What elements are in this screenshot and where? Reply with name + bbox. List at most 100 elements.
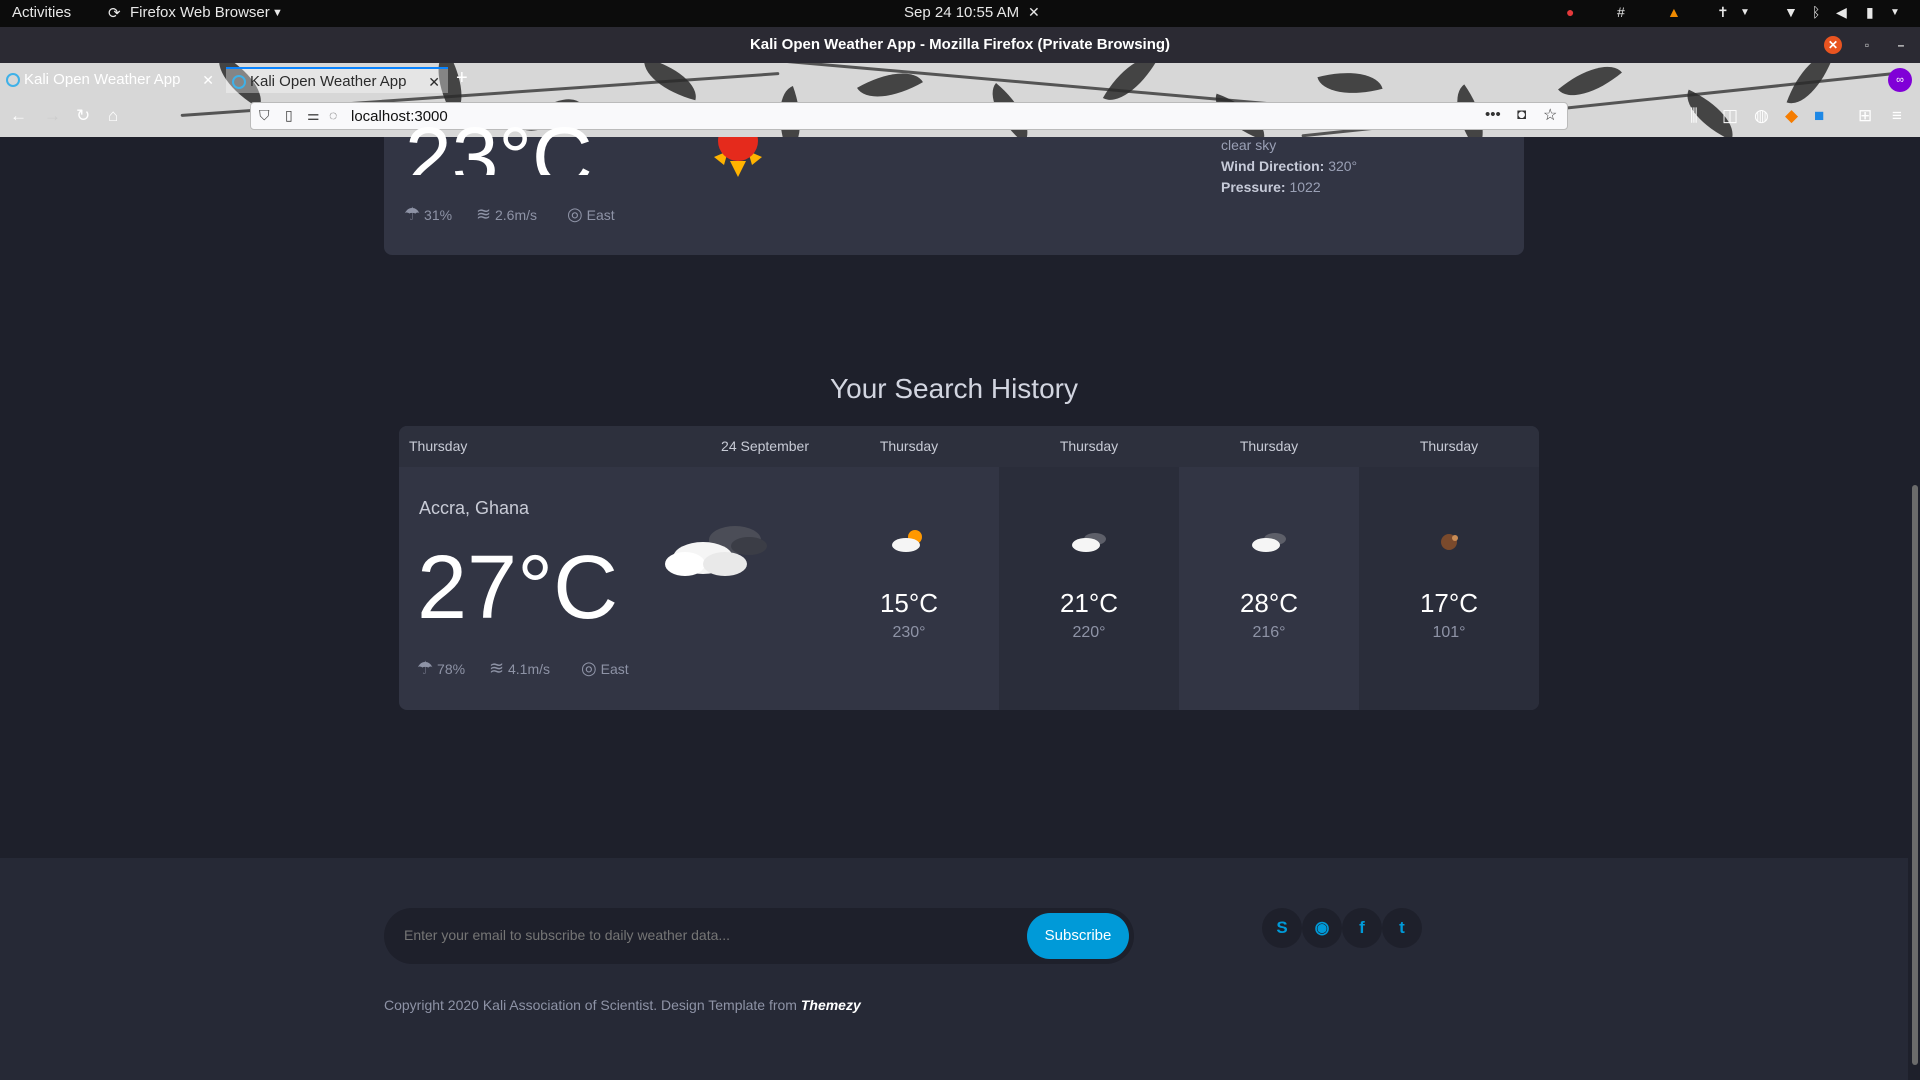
history-main-date: 24 September [721,438,809,454]
wifi-icon[interactable]: ▼ [1784,4,1798,20]
extensions-puzzle-icon[interactable]: ⊞ [1858,106,1872,126]
twitter-icon[interactable]: t [1382,908,1422,948]
home-icon[interactable]: ⌂ [108,106,118,126]
cloudy-icon [1069,528,1109,554]
copyright-label: Copyright 2020 Kali Association of Scien… [384,997,797,1013]
chevron-down-icon[interactable]: ▼ [1740,7,1750,18]
back-icon[interactable]: ← [10,106,27,126]
history-main-day: Thursday [409,438,468,454]
bookmark-star-icon[interactable]: ☆ [1543,105,1557,125]
page-icon[interactable]: ▯ [285,107,293,124]
history-card: Thursday 24 September Accra, Ghana 27°C … [399,426,1539,710]
private-browsing-icon: ∞ [1888,68,1912,92]
forward-icon[interactable]: → [44,106,61,126]
history-main-temp: 27°C [417,538,619,638]
restore-window-icon[interactable]: ▫ [1858,36,1876,54]
skype-icon[interactable]: S [1262,908,1302,948]
forecast-temp: 21°C [1059,588,1119,618]
pocket-icon[interactable]: ◘ [1517,106,1526,123]
forecast-deg: 220° [1072,624,1106,641]
tab-2[interactable]: Kali Open Weather App ✕ [226,67,448,93]
forecast-deg: 230° [892,624,926,641]
history-title: Your Search History [830,373,1078,404]
library-icon[interactable]: ⫼ [1690,106,1698,126]
hamburger-menu-icon[interactable]: ≡ [1892,106,1902,126]
accessibility-icon[interactable]: ✝ [1717,4,1729,21]
activities-button[interactable]: Activities [12,4,71,21]
bluetooth-icon[interactable]: ᛒ [1812,4,1820,20]
notifications-off-icon: ✕ [1028,4,1040,20]
compass-icon: ◎ [581,658,597,678]
humidity-value: 31% [424,207,453,223]
extension-s-icon[interactable]: ■ [1814,106,1824,126]
firefox-app-icon: ⟳ [108,5,121,22]
slack-icon[interactable]: # [1617,4,1625,20]
subscribe-form: Subscribe [384,908,1134,964]
permissions-icon[interactable]: ⚌ [307,107,320,124]
vlc-icon[interactable]: ▲ [1667,4,1681,20]
current-wind-direction: Wind Direction: 320° [1221,158,1357,174]
current-pressure: Pressure: 1022 [1221,179,1321,195]
page-actions-icon[interactable]: ••• [1485,106,1501,123]
compass-value: East [600,661,629,677]
clock[interactable]: Sep 24 10:55 AM [904,4,1019,21]
history-main-header: Thursday 24 September [399,426,819,467]
forecast-column: Thursday 21°C 220° [999,426,1179,710]
account-icon[interactable]: ◍ [1754,106,1769,126]
dust-icon [1429,528,1469,554]
close-tab-icon[interactable]: ✕ [428,69,440,95]
recording-icon[interactable]: ● [1566,4,1574,20]
cloudy-night-icon [663,516,767,582]
minimize-window-icon[interactable]: – [1892,36,1910,54]
tab-label: Kali Open Weather App [250,73,407,90]
extension-icon[interactable]: ◆ [1785,106,1798,126]
connection-icon[interactable]: ◌ [329,107,337,123]
app-menu[interactable]: Firefox Web Browser [130,4,270,21]
subscribe-button[interactable]: Subscribe [1027,913,1129,959]
shield-icon[interactable]: ⛉ [259,107,270,124]
window-title: Kali Open Weather App - Mozilla Firefox … [749,36,1171,53]
pressure-value: 1022 [1289,179,1321,195]
forecast-deg: 216° [1252,624,1286,641]
forecast-temp: 28°C [1239,588,1299,618]
sidebar-icon[interactable]: ◫ [1722,106,1738,126]
forecast-deg: 101° [1432,624,1466,641]
forecast-day: Thursday [1359,426,1539,467]
forecast-day: Thursday [819,426,999,467]
volume-icon[interactable]: ◀ [1836,4,1847,21]
wind-speed-value: 2.6m/s [494,207,537,223]
forecast-temp: 17°C [1419,588,1479,618]
close-window-icon[interactable]: ✕ [1824,36,1842,54]
current-temperature: 23°C [405,115,593,175]
umbrella-icon: ☂ [404,204,421,224]
history-main-column: Thursday 24 September Accra, Ghana 27°C … [399,426,819,710]
copyright-text: Copyright 2020 Kali Association of Scien… [384,997,861,1013]
battery-icon[interactable]: ▮ [1866,4,1874,21]
scrollbar-thumb[interactable] [1912,485,1918,1065]
github-icon[interactable]: ◉ [1302,908,1342,948]
facebook-icon[interactable]: f [1342,908,1382,948]
pressure-label: Pressure: [1221,179,1286,195]
chevron-down-icon[interactable]: ▼ [1890,7,1900,18]
history-wind-speed: ≋ 4.1m/s [489,658,550,679]
history-compass: ◎ East [581,658,629,679]
forecast-day: Thursday [999,426,1179,467]
forecast-column: Thursday 28°C 216° [1179,426,1359,710]
new-tab-button[interactable]: + [456,67,468,90]
chevron-down-icon[interactable]: ▼ [272,7,283,19]
wind-icon: ≋ [489,658,505,678]
current-description: clear sky [1221,137,1277,153]
email-input[interactable] [404,927,964,943]
gnome-top-bar: Activities ⟳ Firefox Web Browser ▼ Sep 2… [0,0,1920,27]
react-icon [6,73,20,87]
themezy-link[interactable]: Themezy [801,997,861,1013]
sunny-icon [700,137,776,177]
current-compass: ◎ East [567,204,615,225]
wind-direction-value: 320° [1328,158,1358,174]
humidity-value: 78% [437,661,466,677]
umbrella-icon: ☂ [417,658,434,678]
reload-icon[interactable]: ↻ [76,106,90,126]
forecast-day: Thursday [1179,426,1359,467]
close-tab-icon[interactable]: ✕ [202,67,214,93]
tab-1[interactable]: Kali Open Weather App ✕ [0,67,222,93]
